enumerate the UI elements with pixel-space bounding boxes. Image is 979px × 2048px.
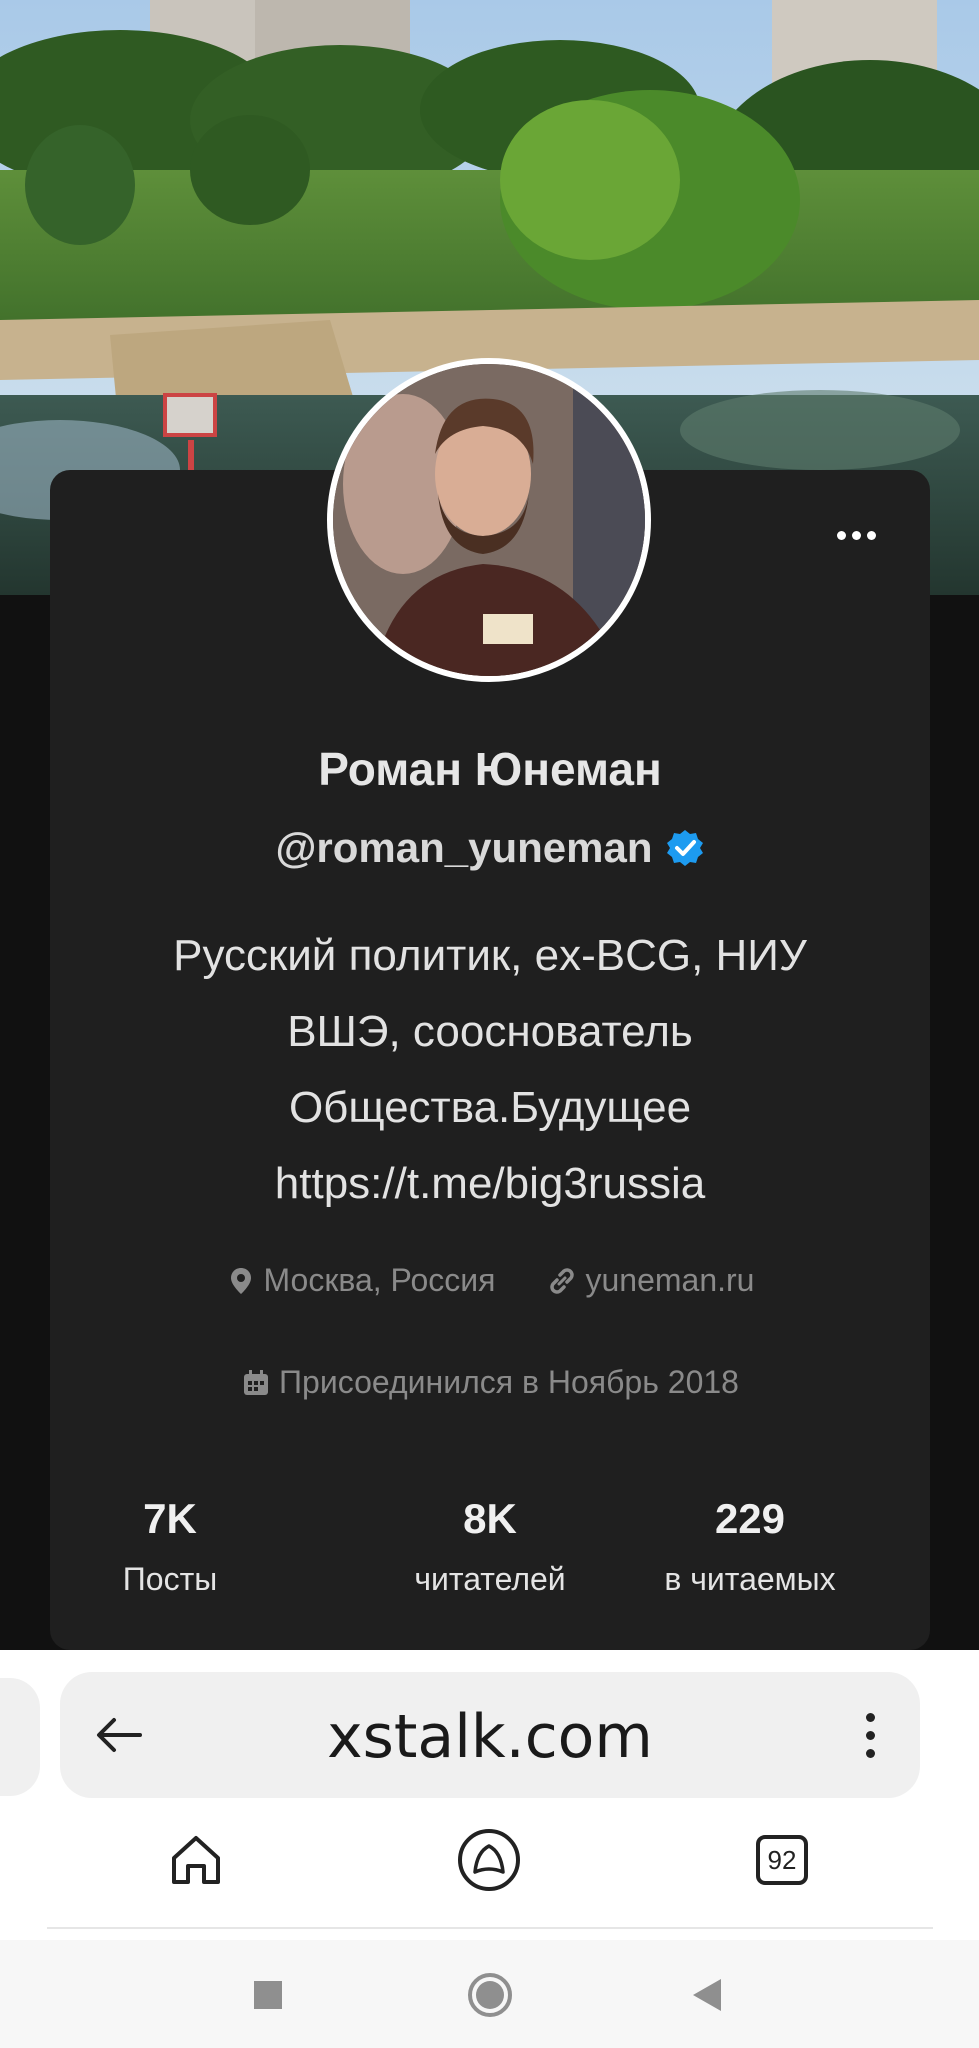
home-icon (172, 1836, 220, 1884)
system-home-button[interactable] (465, 1970, 515, 2020)
bio-line: Общества.Будущее (288, 1083, 692, 1132)
profile-name: Роман Юнеман (318, 743, 662, 795)
alice-button[interactable] (449, 1820, 529, 1900)
more-vertical-icon (865, 1712, 875, 1722)
location-text: Москва, Россия (263, 1262, 496, 1298)
verified-badge-icon (666, 830, 703, 866)
square-icon (254, 1981, 282, 2009)
joined-row: Присоединился в Ноябрь 2018 (50, 1364, 930, 1401)
triangle-back-icon (693, 1979, 721, 2011)
tabs-icon: 92 (756, 1835, 808, 1885)
recent-apps-button[interactable] (243, 1970, 293, 2020)
circle-icon (468, 1973, 512, 2017)
stat-followers[interactable]: 8K читателей (370, 1495, 610, 1598)
bio-line: ВШЭ, сооснователь (287, 1007, 693, 1056)
bio-line: Русский политик, ex-BCG, НИУ (173, 931, 807, 980)
profile-handle: @roman_yuneman (275, 824, 653, 871)
browser-bottom-bar: xstalk.com 92 (0, 1650, 979, 2048)
joined-text: Присоединился в Ноябрь 2018 (279, 1364, 739, 1400)
tabs-button[interactable]: 92 (742, 1820, 822, 1900)
browser-menu-button[interactable] (850, 1705, 890, 1765)
system-navigation-bar (0, 1940, 979, 2048)
avatar[interactable] (327, 358, 651, 682)
calendar-icon (244, 1369, 269, 1395)
system-back-button[interactable] (682, 1970, 732, 2020)
tabs-count: 92 (767, 1844, 797, 1875)
stat-following[interactable]: 229 в читаемых (630, 1495, 870, 1598)
stat-label: читателей (414, 1561, 566, 1597)
stat-posts[interactable]: 7K Посты (50, 1495, 290, 1598)
stat-value: 8K (463, 1495, 517, 1542)
website-link[interactable]: yuneman.ru (585, 1262, 754, 1299)
bio-link[interactable]: https://t.me/big3russia (110, 1146, 870, 1222)
stat-value: 229 (714, 1495, 786, 1542)
more-horizontal-icon (836, 530, 846, 540)
profile-bio: Русский политик, ex-BCG, НИУ ВШЭ, соосно… (110, 918, 870, 1222)
location: Москва, Россия (226, 1262, 496, 1299)
stat-label: Посты (122, 1561, 218, 1597)
url-text[interactable]: xstalk.com (60, 1702, 920, 1772)
handle-row: @roman_yuneman (50, 824, 930, 872)
previous-tab-edge[interactable] (0, 1678, 40, 1796)
divider (47, 1927, 933, 1929)
website[interactable]: yuneman.ru (547, 1262, 754, 1299)
more-options-button[interactable] (820, 515, 892, 555)
browser-nav: 92 (0, 1820, 979, 1910)
address-bar[interactable]: xstalk.com (60, 1672, 920, 1798)
alice-assistant-icon (458, 1829, 520, 1891)
stat-label: в читаемых (664, 1561, 836, 1597)
profile-meta-row: Москва, Россия yuneman.ru (50, 1262, 930, 1299)
map-pin-icon (230, 1267, 251, 1294)
stat-value: 7K (143, 1495, 197, 1542)
home-button[interactable] (156, 1820, 236, 1900)
link-icon (550, 1267, 575, 1294)
